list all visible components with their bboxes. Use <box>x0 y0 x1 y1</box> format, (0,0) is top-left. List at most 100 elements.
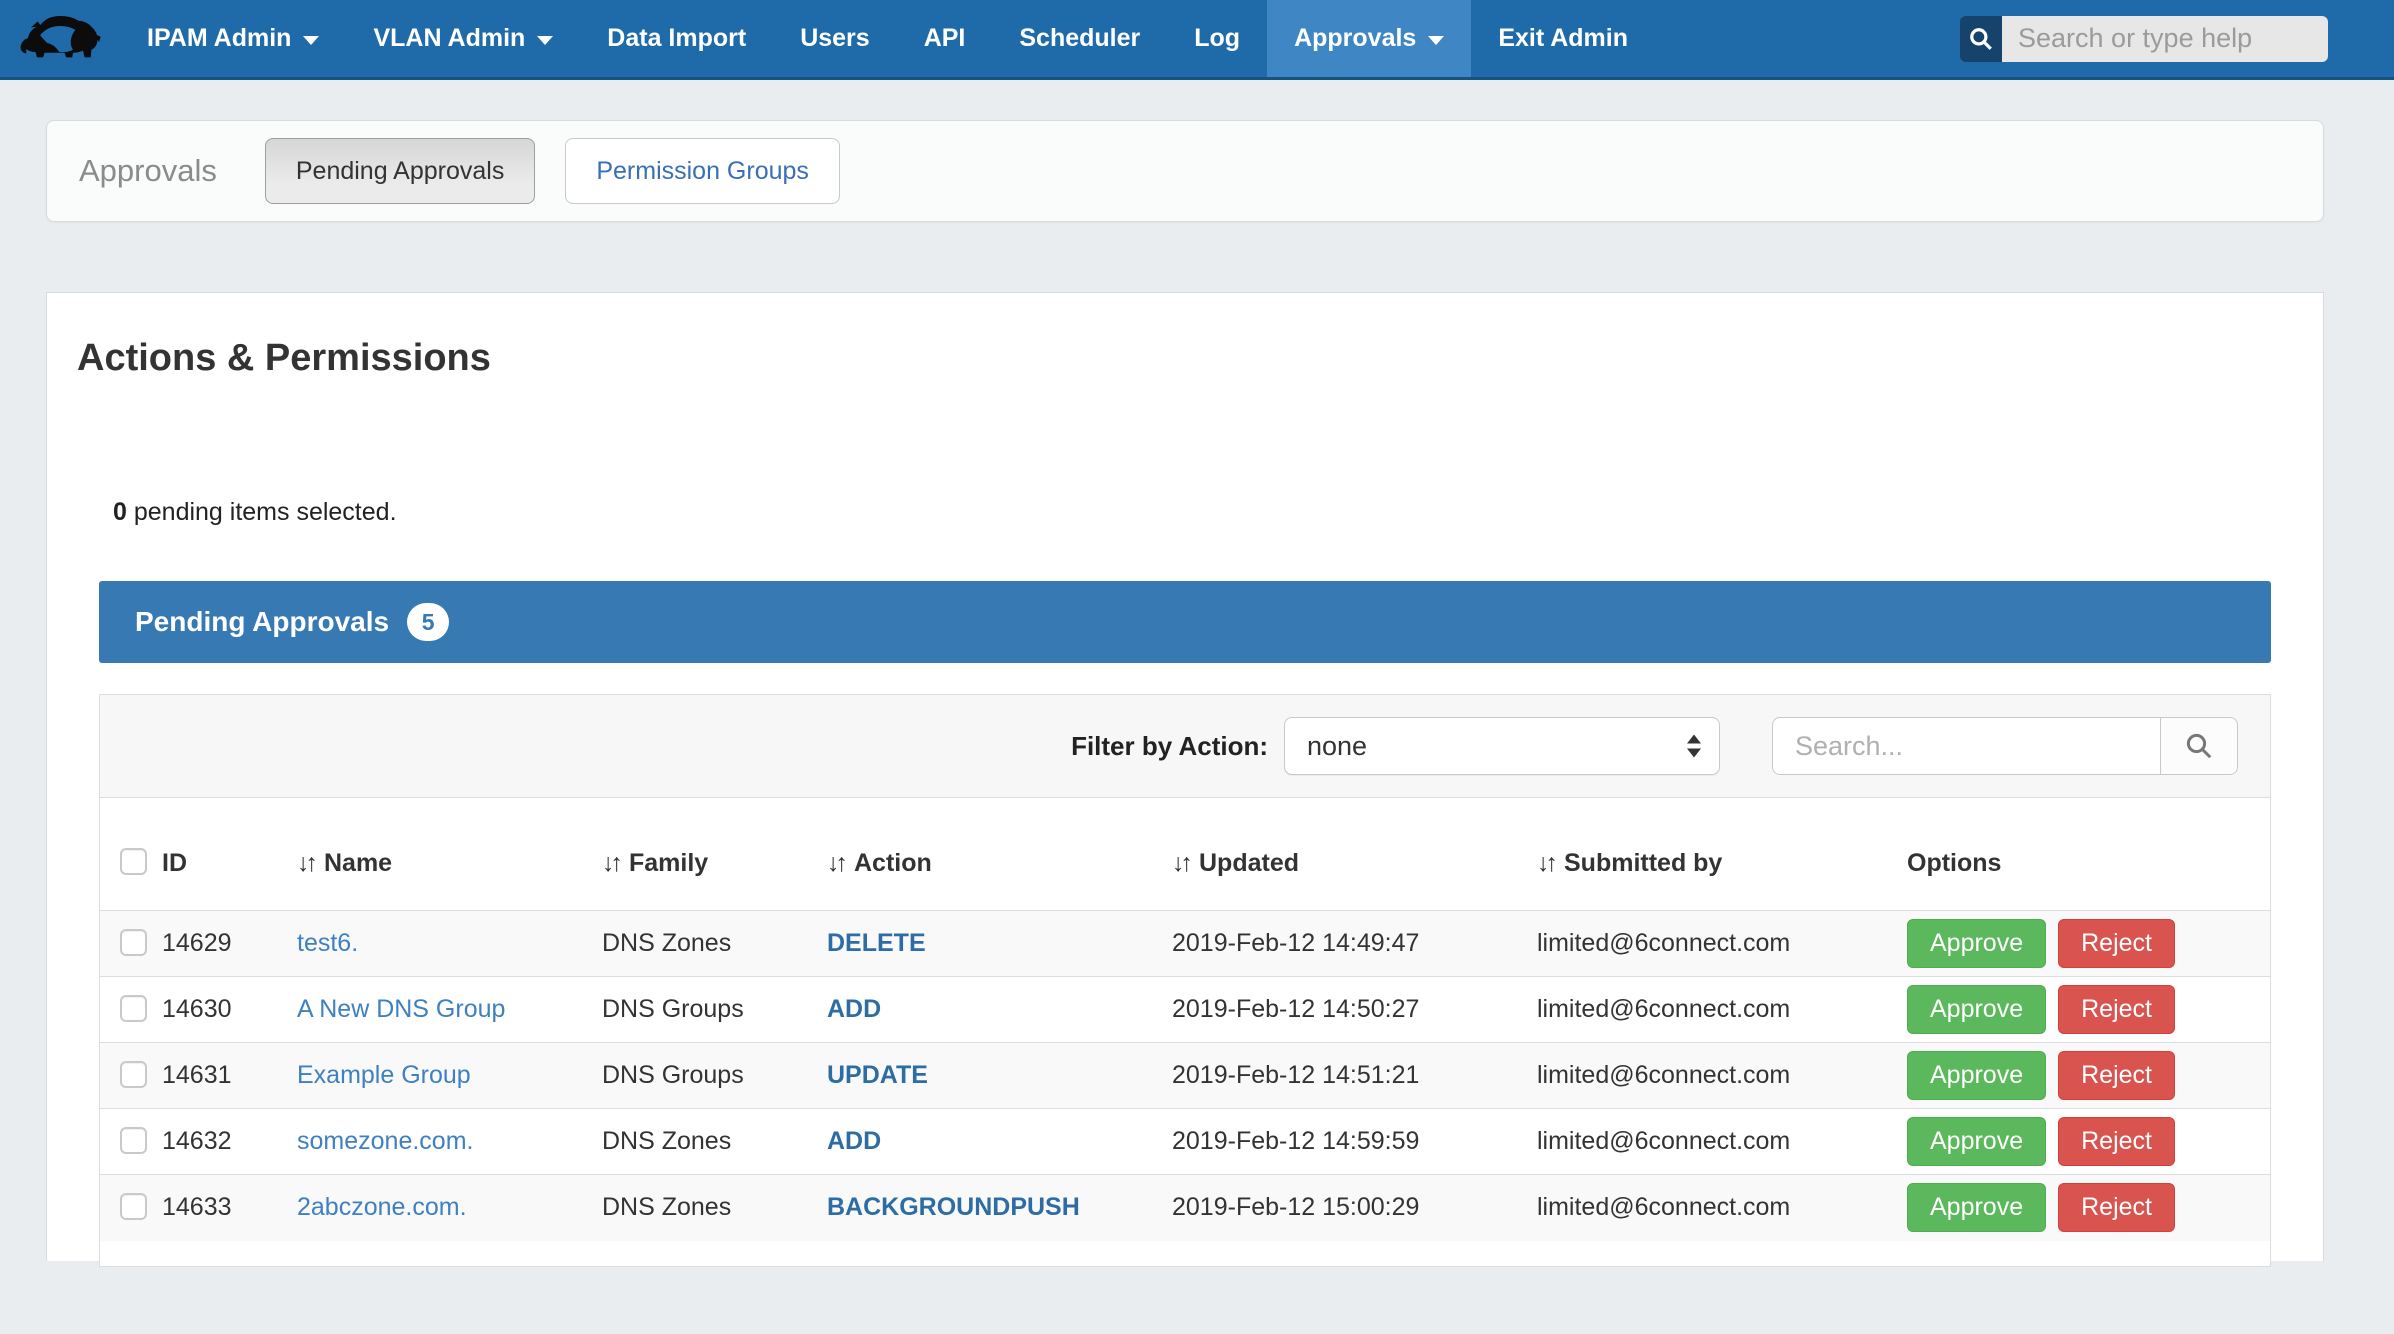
actions-permissions-card: Actions & Permissions 0 pending items se… <box>46 292 2324 1261</box>
nav-item-label: Approvals <box>1294 24 1416 53</box>
reject-button[interactable]: Reject <box>2058 985 2175 1034</box>
nav-item-approvals[interactable]: Approvals <box>1267 0 1471 77</box>
column-header-updated[interactable]: ↓↑Updated <box>1172 798 1537 911</box>
search-icon[interactable] <box>1960 16 2002 62</box>
reject-button[interactable]: Reject <box>2058 1183 2175 1232</box>
row-family: DNS Zones <box>602 1175 827 1241</box>
nav-item-scheduler[interactable]: Scheduler <box>992 0 1167 77</box>
page-title: Approvals <box>79 153 217 189</box>
nav-item-api[interactable]: API <box>897 0 993 77</box>
filter-action-select[interactable]: none <box>1284 717 1720 775</box>
column-header-submitted-by[interactable]: ↓↑ Submitted by <box>1537 798 1907 911</box>
column-header-id: ID <box>162 798 297 911</box>
row-checkbox[interactable] <box>120 1127 147 1154</box>
row-id: 14630 <box>162 977 297 1043</box>
table-row: 14632somezone.com.DNS ZonesADD2019-Feb-1… <box>100 1109 2270 1175</box>
sort-icon: ↓↑ <box>602 849 619 877</box>
approve-button[interactable]: Approve <box>1907 919 2046 968</box>
row-updated: 2019-Feb-12 14:51:21 <box>1172 1043 1537 1109</box>
selected-count: 0 <box>113 498 127 526</box>
table-search-button[interactable] <box>2160 717 2238 775</box>
column-header-name[interactable]: ↓↑ Name <box>297 798 602 911</box>
tab-pending-approvals[interactable]: Pending Approvals <box>265 138 535 204</box>
search-icon <box>2184 731 2214 761</box>
select-all-checkbox[interactable] <box>120 848 147 875</box>
nav-item-label: Scheduler <box>1019 24 1140 53</box>
row-family: DNS Zones <box>602 911 827 977</box>
row-checkbox[interactable] <box>120 929 147 956</box>
column-header-label: Updated <box>1199 849 1299 877</box>
row-action-link[interactable]: UPDATE <box>827 1061 928 1089</box>
row-name-link[interactable]: test6. <box>297 929 358 957</box>
column-header-action[interactable]: ↓↑Action <box>827 798 1172 911</box>
nav-item-log[interactable]: Log <box>1167 0 1267 77</box>
row-submitted-by: limited@6connect.com <box>1537 1109 1907 1175</box>
row-name-link[interactable]: somezone.com. <box>297 1127 473 1155</box>
nav-item-data-import[interactable]: Data Import <box>580 0 773 77</box>
row-family: DNS Zones <box>602 1109 827 1175</box>
rhino-logo[interactable] <box>0 0 120 77</box>
approve-button[interactable]: Approve <box>1907 1051 2046 1100</box>
row-submitted-by: limited@6connect.com <box>1537 911 1907 977</box>
sort-icon: ↓↑ <box>297 849 314 877</box>
nav-item-exit-admin[interactable]: Exit Admin <box>1471 0 1655 77</box>
table-search <box>1772 717 2238 775</box>
row-updated: 2019-Feb-12 14:50:27 <box>1172 977 1537 1043</box>
filter-label: Filter by Action: <box>1071 731 1268 762</box>
row-checkbox[interactable] <box>120 995 147 1022</box>
selected-count-line: 0 pending items selected. <box>113 498 2323 527</box>
row-action-link[interactable]: ADD <box>827 1127 881 1155</box>
pending-approvals-table-container: Filter by Action: none I <box>99 694 2271 1267</box>
pending-approvals-panel-header: Pending Approvals 5 <box>99 581 2271 663</box>
nav-item-label: API <box>924 24 966 53</box>
row-checkbox[interactable] <box>120 1193 147 1220</box>
column-header-label: Name <box>324 849 392 877</box>
table-row: 146332abczone.com.DNS ZonesBACKGROUNDPUS… <box>100 1175 2270 1241</box>
nav-item-label: Data Import <box>607 24 746 53</box>
approve-button[interactable]: Approve <box>1907 985 2046 1034</box>
nav-item-users[interactable]: Users <box>773 0 897 77</box>
row-submitted-by: limited@6connect.com <box>1537 1043 1907 1109</box>
approve-button[interactable]: Approve <box>1907 1117 2046 1166</box>
row-name-link[interactable]: Example Group <box>297 1061 471 1089</box>
selected-text: pending items selected. <box>127 498 397 526</box>
row-action-link[interactable]: BACKGROUNDPUSH <box>827 1193 1080 1221</box>
table-header-row: ID↓↑Name↓↑Family↓↑Action↓↑Updated↓↑Submi… <box>100 798 2270 911</box>
column-header-family[interactable]: ↓↑Family <box>602 798 827 911</box>
column-header-label: Submitted by <box>1564 849 1722 877</box>
row-submitted-by: limited@6connect.com <box>1537 977 1907 1043</box>
table-row: 14630A New DNS Group DNS GroupsADD 2019-Fe… <box>100 977 2270 1043</box>
table-search-input[interactable] <box>1772 717 2160 775</box>
row-name-link[interactable]: A New DNS Group <box>297 995 505 1023</box>
column-header-label: ID <box>162 849 187 877</box>
row-checkbox[interactable] <box>120 1061 147 1088</box>
approve-button[interactable]: Approve <box>1907 1183 2046 1232</box>
row-action-link[interactable]: ADD <box>827 995 881 1023</box>
sort-icon: ↓↑ <box>1537 849 1554 877</box>
approvals-subheader: Approvals Pending Approvals Permission G… <box>46 120 2324 222</box>
reject-button[interactable]: Reject <box>2058 1051 2175 1100</box>
nav-item-ipam-admin[interactable]: IPAM Admin <box>120 0 346 77</box>
column-header-options: Options <box>1907 798 2270 911</box>
panel-title: Pending Approvals <box>135 606 389 638</box>
row-updated: 2019-Feb-12 14:49:47 <box>1172 911 1537 977</box>
reject-button[interactable]: Reject <box>2058 1117 2175 1166</box>
count-badge: 5 <box>407 603 449 641</box>
tab-permission-groups[interactable]: Permission Groups <box>565 138 840 204</box>
row-family: DNS Groups <box>602 977 827 1043</box>
filter-select-value: none <box>1307 731 1367 762</box>
global-search-input[interactable] <box>2002 16 2328 62</box>
row-name-link[interactable]: 2abczone.com. <box>297 1193 467 1221</box>
row-id: 14631 <box>162 1043 297 1109</box>
rhino-icon <box>14 10 106 68</box>
column-header-label: Action <box>854 849 932 877</box>
nav-item-label: Exit Admin <box>1498 24 1628 53</box>
pending-approvals-table: ID↓↑Name↓↑Family↓↑Action↓↑Updated↓↑Submi… <box>100 798 2270 1241</box>
filter-toolbar: Filter by Action: none <box>100 695 2270 798</box>
table-row: 14629test6.DNS ZonesDELETE2019-Feb-12 14… <box>100 911 2270 977</box>
reject-button[interactable]: Reject <box>2058 919 2175 968</box>
nav-item-label: VLAN Admin <box>373 24 525 53</box>
select-arrows-icon <box>1687 735 1701 758</box>
row-action-link[interactable]: DELETE <box>827 929 926 957</box>
nav-item-vlan-admin[interactable]: VLAN Admin <box>346 0 580 77</box>
